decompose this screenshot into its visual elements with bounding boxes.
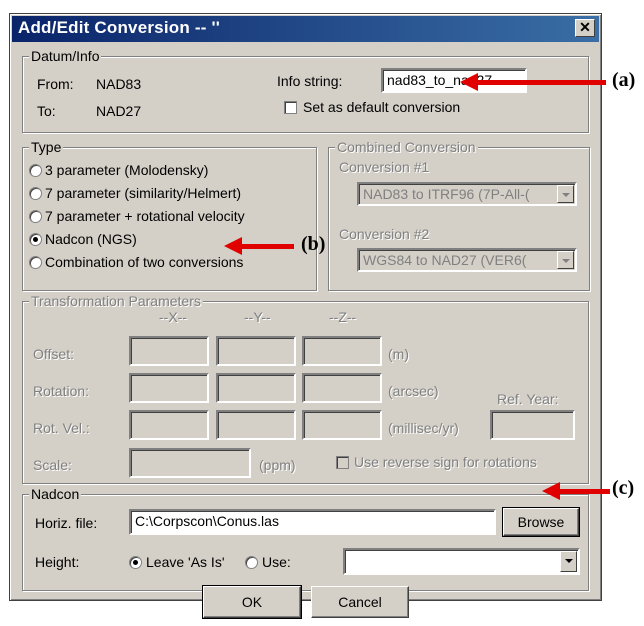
type-option-combination: Combination of two conversions (45, 254, 244, 270)
type-radio-combination[interactable] (29, 256, 42, 269)
rot-vel-x-input[interactable] (129, 410, 209, 440)
reverse-sign-checkbox[interactable] (336, 456, 349, 469)
reverse-sign-label: Use reverse sign for rotations (354, 454, 537, 470)
horiz-file-value: C:\Corpscon\Conus.las (135, 513, 279, 529)
height-label: Height: (35, 554, 80, 570)
transformation-legend: Transformation Parameters (29, 293, 203, 309)
rotation-y-input[interactable] (216, 373, 296, 403)
conversion1-value: NAD83 to ITRF96 (7P-All-( (363, 186, 530, 202)
annotation-arrow-a (476, 80, 606, 85)
rotation-unit: (arcsec) (388, 383, 439, 399)
horiz-file-label: Horiz. file: (35, 515, 98, 531)
annotation-arrow-b (240, 244, 294, 249)
type-option-7param: 7 parameter (similarity/Helmert) (45, 185, 242, 201)
cancel-button[interactable]: Cancel (311, 586, 409, 618)
type-option-nadcon: Nadcon (NGS) (45, 231, 137, 247)
browse-label: Browse (517, 514, 565, 530)
datum-info-group: Datum/Info From: NAD83 To: NAD27 Info st… (22, 48, 589, 133)
default-conversion-checkbox[interactable] (284, 101, 297, 114)
leave-as-is-radio[interactable] (129, 556, 142, 569)
transformation-parameters-group: Transformation Parameters --X-- --Y-- --… (22, 293, 589, 484)
from-value: NAD83 (96, 76, 142, 92)
type-radio-7param[interactable] (29, 187, 42, 200)
window-title: Add/Edit Conversion -- '' (18, 18, 220, 37)
annotation-label-b: (b) (301, 233, 326, 255)
default-conversion-label: Set as default conversion (303, 99, 461, 115)
close-button[interactable]: ✕ (575, 19, 595, 37)
combined-legend: Combined Conversion (335, 139, 478, 155)
type-radio-7param-rot[interactable] (29, 210, 42, 223)
cancel-label: Cancel (338, 594, 382, 610)
col-x-header: --X-- (159, 309, 187, 325)
conversion1-label: Conversion #1 (339, 159, 430, 175)
type-radio-3param[interactable] (29, 164, 42, 177)
rot-vel-label: Rot. Vel.: (33, 420, 90, 436)
to-value: NAD27 (96, 103, 142, 119)
chevron-down-icon[interactable] (560, 551, 577, 572)
col-y-header: --Y-- (244, 309, 271, 325)
annotation-label-a: (a) (612, 69, 636, 91)
annotation-label-c: (c) (612, 477, 635, 499)
offset-x-input[interactable] (129, 336, 209, 366)
rot-vel-z-input[interactable] (302, 410, 382, 440)
nadcon-group: Nadcon Horiz. file: C:\Corpscon\Conus.la… (22, 486, 589, 591)
horiz-file-input[interactable]: C:\Corpscon\Conus.las (129, 509, 496, 535)
conversion2-select[interactable]: WGS84 to NAD27 (VER6( (357, 248, 577, 272)
ok-label: OK (241, 594, 263, 610)
from-label: From: (37, 76, 74, 92)
offset-label: Offset: (33, 346, 74, 362)
close-icon: ✕ (579, 19, 591, 35)
conversion-dialog: Add/Edit Conversion -- '' ✕ Datum/Info F… (9, 13, 602, 601)
type-radio-nadcon[interactable] (29, 233, 42, 246)
use-select[interactable] (343, 548, 580, 575)
conversion1-select[interactable]: NAD83 to ITRF96 (7P-All-( (357, 182, 577, 206)
use-label: Use: (262, 554, 291, 570)
ref-year-label: Ref. Year: (497, 391, 559, 407)
chevron-down-icon[interactable] (557, 251, 574, 269)
type-legend: Type (29, 139, 64, 155)
rotation-z-input[interactable] (302, 373, 382, 403)
rotation-label: Rotation: (33, 383, 90, 399)
chevron-down-icon[interactable] (557, 185, 574, 203)
leave-as-is-label: Leave 'As Is' (146, 554, 225, 570)
to-label: To: (37, 103, 56, 119)
scale-input[interactable] (129, 448, 251, 478)
scale-unit: (ppm) (259, 457, 296, 473)
annotation-arrow-c (558, 489, 610, 494)
ok-button[interactable]: OK (202, 585, 302, 619)
annotation-arrowhead-c (542, 482, 560, 500)
datum-info-legend: Datum/Info (29, 48, 102, 64)
info-string-label: Info string: (277, 73, 343, 89)
annotation-arrowhead-a (460, 73, 478, 91)
rot-vel-y-input[interactable] (216, 410, 296, 440)
scale-label: Scale: (33, 457, 72, 473)
nadcon-legend: Nadcon (29, 486, 82, 502)
conversion2-value: WGS84 to NAD27 (VER6( (363, 252, 527, 268)
title-bar[interactable]: Add/Edit Conversion -- '' ✕ (12, 16, 599, 42)
conversion2-label: Conversion #2 (339, 226, 430, 242)
type-option-3param: 3 parameter (Molodensky) (45, 162, 209, 178)
offset-unit: (m) (388, 346, 409, 362)
browse-button[interactable]: Browse (502, 507, 580, 537)
offset-z-input[interactable] (302, 336, 382, 366)
rot-vel-unit: (millisec/yr) (388, 420, 459, 436)
offset-y-input[interactable] (216, 336, 296, 366)
col-z-header: --Z-- (329, 309, 357, 325)
type-group: Type 3 parameter (Molodensky) 7 paramete… (22, 139, 317, 291)
rotation-x-input[interactable] (129, 373, 209, 403)
type-option-7param-rot: 7 parameter + rotational velocity (45, 208, 245, 224)
ref-year-input[interactable] (490, 410, 575, 440)
use-radio[interactable] (245, 556, 258, 569)
combined-conversion-group: Combined Conversion Conversion #1 NAD83 … (328, 139, 590, 291)
annotation-arrowhead-b (224, 237, 242, 255)
